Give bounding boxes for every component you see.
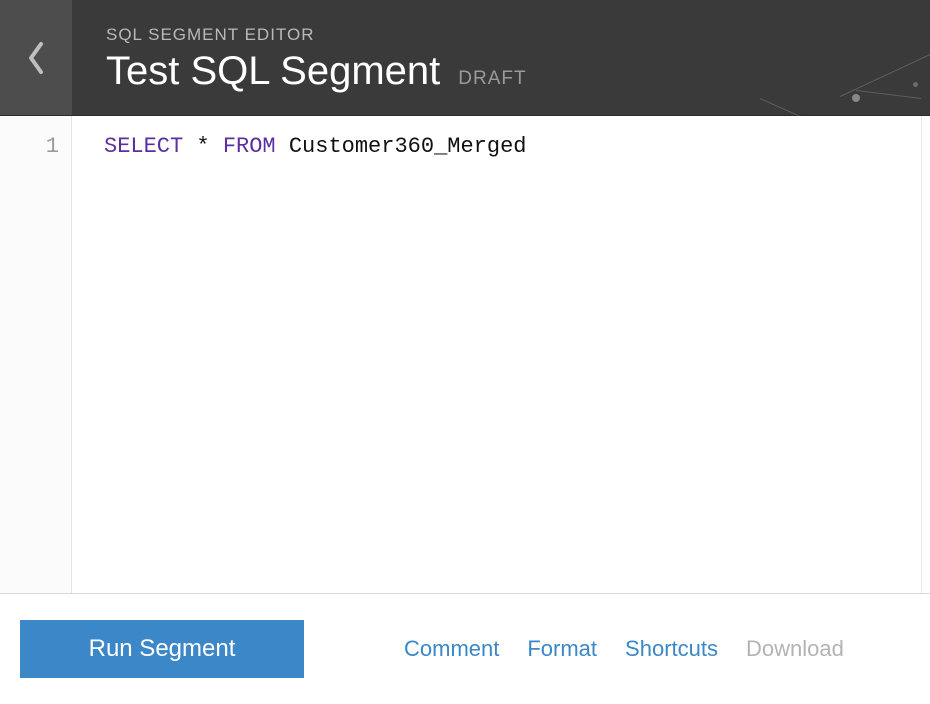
editor-area: 1 SELECT * FROM Customer360_Merged <box>0 116 930 594</box>
toolbar-links: Comment Format Shortcuts Download <box>404 636 844 662</box>
line-number: 1 <box>0 132 71 162</box>
header-title-row: Test SQL Segment DRAFT <box>106 51 930 91</box>
comment-button[interactable]: Comment <box>404 636 499 662</box>
header: SQL SEGMENT EDITOR Test SQL Segment DRAF… <box>0 0 930 116</box>
format-button[interactable]: Format <box>527 636 597 662</box>
sql-keyword: FROM <box>223 134 276 159</box>
download-button: Download <box>746 636 844 662</box>
line-number-gutter: 1 <box>0 116 72 593</box>
sql-text: Customer360_Merged <box>276 134 527 159</box>
code-editor[interactable]: SELECT * FROM Customer360_Merged <box>72 116 922 593</box>
header-label: SQL SEGMENT EDITOR <box>106 25 930 45</box>
toolbar: Run Segment Comment Format Shortcuts Dow… <box>0 594 930 704</box>
status-badge: DRAFT <box>458 68 526 90</box>
sql-text: * <box>183 134 223 159</box>
header-main: SQL SEGMENT EDITOR Test SQL Segment DRAF… <box>72 0 930 115</box>
back-button[interactable] <box>0 0 72 115</box>
page-title: Test SQL Segment <box>106 51 440 91</box>
shortcuts-button[interactable]: Shortcuts <box>625 636 718 662</box>
sql-keyword: SELECT <box>104 134 183 159</box>
run-segment-button[interactable]: Run Segment <box>20 620 304 678</box>
chevron-left-icon <box>26 41 46 75</box>
